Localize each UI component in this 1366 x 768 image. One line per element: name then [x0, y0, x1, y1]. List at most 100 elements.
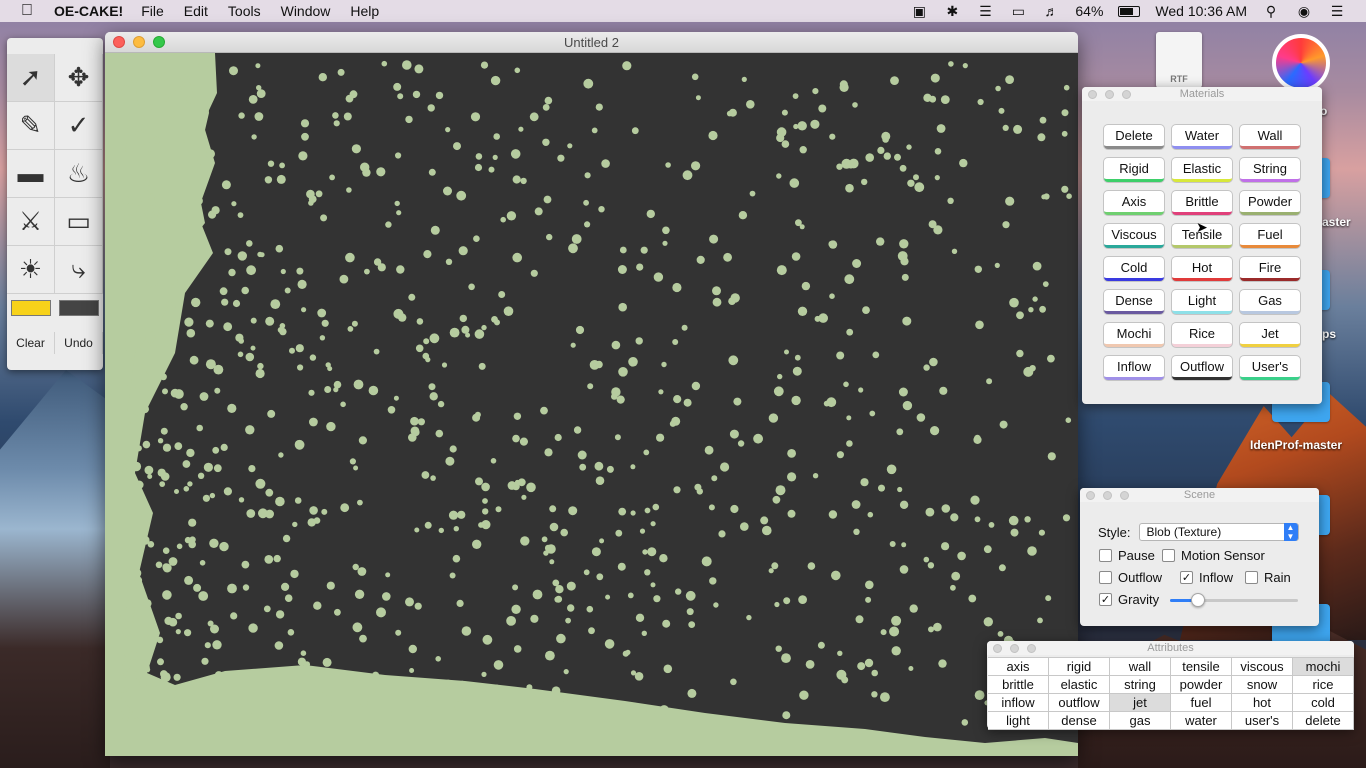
eraser-icon[interactable]: ▭ — [55, 198, 103, 246]
menu-help[interactable]: Help — [350, 3, 379, 19]
primary-color-swatch[interactable] — [11, 300, 51, 316]
attribute-cell[interactable]: string — [1110, 676, 1171, 694]
rain-checkbox[interactable] — [1245, 571, 1258, 584]
clear-button[interactable]: Clear — [7, 332, 55, 354]
knife-icon[interactable]: ⚔ — [7, 198, 55, 246]
material-button-rigid[interactable]: Rigid — [1104, 158, 1164, 182]
attribute-cell[interactable]: elastic — [1049, 676, 1110, 694]
attribute-cell[interactable]: jet — [1110, 694, 1171, 712]
window-titlebar[interactable]: Untitled 2 — [105, 32, 1078, 53]
motion-sensor-option[interactable]: Motion Sensor — [1162, 548, 1265, 563]
material-button-fire[interactable]: Fire — [1240, 257, 1300, 281]
bucket-icon[interactable]: ♨ — [55, 150, 103, 198]
attribute-cell[interactable]: axis — [988, 658, 1049, 676]
material-button-string[interactable]: String — [1240, 158, 1300, 182]
material-button-delete[interactable]: Delete — [1104, 125, 1164, 149]
menubar-clock[interactable]: Wed 10:36 AM — [1155, 3, 1247, 19]
material-button-rice[interactable]: Rice — [1172, 323, 1232, 347]
secondary-color-swatch[interactable] — [59, 300, 99, 316]
airplay-icon[interactable]: ▭ — [1009, 3, 1027, 20]
app-menu[interactable]: OE-CAKE! — [54, 3, 123, 19]
panel-zoom-button[interactable] — [1027, 644, 1036, 653]
material-button-outflow[interactable]: Outflow — [1172, 356, 1232, 380]
material-button-water[interactable]: Water — [1172, 125, 1232, 149]
menu-window[interactable]: Window — [281, 3, 331, 19]
attribute-cell[interactable]: light — [988, 712, 1049, 730]
gravity-checkbox[interactable]: ✓ — [1099, 593, 1112, 606]
material-button-elastic[interactable]: Elastic — [1172, 158, 1232, 182]
attribute-cell[interactable]: wall — [1110, 658, 1171, 676]
attribute-cell[interactable]: rice — [1293, 676, 1354, 694]
scene-panel-titlebar[interactable]: Scene — [1080, 488, 1319, 502]
material-button-dense[interactable]: Dense — [1104, 290, 1164, 314]
attribute-cell[interactable]: tensile — [1171, 658, 1232, 676]
material-button-light[interactable]: Light — [1172, 290, 1232, 314]
material-button-mochi[interactable]: Mochi — [1104, 323, 1164, 347]
gravity-option[interactable]: ✓ Gravity — [1099, 592, 1159, 607]
bluetooth-icon[interactable]: ✱ — [943, 3, 961, 20]
material-button-gas[interactable]: Gas — [1240, 290, 1300, 314]
material-button-brittle[interactable]: Brittle — [1172, 191, 1232, 215]
panel-close-button[interactable] — [993, 644, 1002, 653]
notification-list-icon[interactable]: ☰ — [1328, 3, 1346, 20]
flashlight-icon[interactable]: ☀ — [7, 246, 55, 294]
attribute-cell[interactable]: fuel — [1171, 694, 1232, 712]
material-button-jet[interactable]: Jet — [1240, 323, 1300, 347]
attribute-cell[interactable]: water — [1171, 712, 1232, 730]
attribute-cell[interactable]: cold — [1293, 694, 1354, 712]
material-button-cold[interactable]: Cold — [1104, 257, 1164, 281]
volume-icon[interactable]: ♬ — [1042, 3, 1060, 19]
pencil-icon[interactable]: ✎ — [7, 102, 55, 150]
style-select[interactable]: Blob (Texture) ▲ ▼ — [1138, 523, 1299, 541]
menu-tools[interactable]: Tools — [228, 3, 261, 19]
attribute-cell[interactable]: user's — [1232, 712, 1293, 730]
attribute-cell[interactable]: brittle — [988, 676, 1049, 694]
simulation-canvas[interactable] — [105, 53, 1078, 756]
attribute-cell[interactable]: snow — [1232, 676, 1293, 694]
motion-sensor-checkbox[interactable] — [1162, 549, 1175, 562]
box-icon[interactable]: ▣ — [910, 3, 928, 20]
desktop-app-icon[interactable] — [1272, 34, 1330, 92]
zoom-window-button[interactable] — [153, 36, 165, 48]
dropper-icon[interactable]: ⤷ — [55, 246, 103, 294]
outflow-checkbox[interactable] — [1099, 571, 1112, 584]
inflow-checkbox[interactable]: ✓ — [1180, 571, 1193, 584]
material-button-powder[interactable]: Powder — [1240, 191, 1300, 215]
attribute-cell[interactable]: rigid — [1049, 658, 1110, 676]
undo-button[interactable]: Undo — [55, 332, 103, 354]
attributes-panel-titlebar[interactable]: Attributes — [987, 641, 1354, 655]
pause-option[interactable]: Pause — [1099, 548, 1155, 563]
apple-menu-icon[interactable]:  — [0, 2, 54, 20]
panel-minimize-button[interactable] — [1010, 644, 1019, 653]
search-icon[interactable]: ⚲ — [1262, 3, 1280, 20]
outflow-option[interactable]: Outflow — [1099, 570, 1162, 585]
attribute-cell[interactable]: viscous — [1232, 658, 1293, 676]
material-button-wall[interactable]: Wall — [1240, 125, 1300, 149]
rectangle-icon[interactable]: ▬ — [7, 150, 55, 198]
close-window-button[interactable] — [113, 36, 125, 48]
attribute-cell[interactable]: dense — [1049, 712, 1110, 730]
attribute-cell[interactable]: hot — [1232, 694, 1293, 712]
attribute-cell[interactable]: mochi — [1293, 658, 1354, 676]
move-icon[interactable]: ✥ — [55, 54, 103, 102]
attribute-cell[interactable]: delete — [1293, 712, 1354, 730]
panel-zoom-button[interactable] — [1122, 90, 1131, 99]
menu-edit[interactable]: Edit — [184, 3, 208, 19]
wifi-icon[interactable]: ☰ — [976, 3, 994, 20]
panel-minimize-button[interactable] — [1105, 90, 1114, 99]
arrow-icon[interactable]: ➚ — [7, 54, 55, 102]
menu-file[interactable]: File — [141, 3, 164, 19]
minimize-window-button[interactable] — [133, 36, 145, 48]
attribute-cell[interactable]: powder — [1171, 676, 1232, 694]
siri-icon[interactable]: ◉ — [1295, 3, 1313, 20]
panel-zoom-button[interactable] — [1120, 491, 1129, 500]
inflow-option[interactable]: ✓ Inflow — [1180, 570, 1233, 585]
battery-icon[interactable] — [1118, 5, 1141, 17]
attribute-cell[interactable]: gas — [1110, 712, 1171, 730]
material-button-users[interactable]: User's — [1240, 356, 1300, 380]
panel-close-button[interactable] — [1088, 90, 1097, 99]
rain-option[interactable]: Rain — [1245, 570, 1291, 585]
material-button-inflow[interactable]: Inflow — [1104, 356, 1164, 380]
pause-checkbox[interactable] — [1099, 549, 1112, 562]
panel-close-button[interactable] — [1086, 491, 1095, 500]
